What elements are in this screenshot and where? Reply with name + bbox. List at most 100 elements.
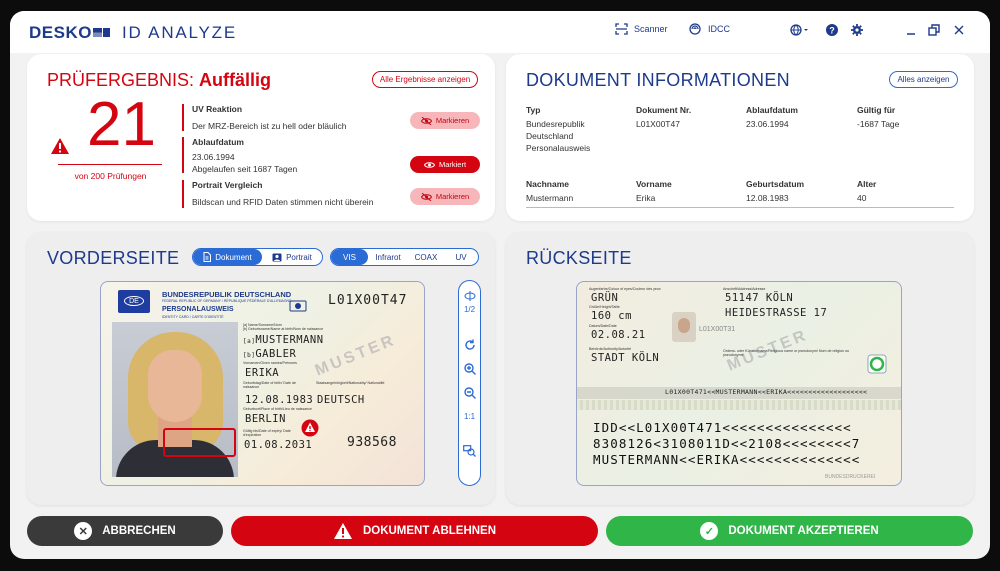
result-item-detail: Bildscan und RFID Daten stimmen nicht üb… bbox=[192, 197, 374, 207]
field-label-eyes: Augenfarbe/Colour of eyes/Couleur des ye… bbox=[589, 287, 661, 291]
light-mode-toggle: VIS Infrarot COAX UV bbox=[330, 248, 479, 266]
back-side-title: RÜCKSEITE bbox=[526, 248, 632, 268]
id-card-back-image[interactable]: Augenfarbe/Colour of eyes/Couleur des ye… bbox=[576, 281, 902, 486]
reject-document-button[interactable]: DOKUMENT ABLEHNEN bbox=[231, 516, 598, 546]
zoom-in-icon bbox=[463, 363, 476, 375]
mrz-line-3: MUSTERMANN<<ERIKA<<<<<<<<<<<<<< bbox=[593, 452, 861, 467]
restore-button[interactable] bbox=[928, 24, 940, 39]
mrz-top-line: L01X00T471<<MUSTERMANN<<ERIKA<<<<<<<<<<<… bbox=[665, 388, 868, 396]
field-label-address: Anschrift/Address/Adresse bbox=[723, 287, 766, 291]
field-label-nationality: Staatsangehörigkeit/Nationality/ Nationa… bbox=[316, 381, 385, 385]
tab-vis[interactable]: VIS bbox=[331, 249, 368, 265]
tab-document-label: Dokument bbox=[215, 252, 252, 262]
mark-expiry-label: Markiert bbox=[438, 160, 467, 169]
top-bar: DESKO ID ANALYZE Scanner IDCC ? bbox=[10, 11, 990, 53]
info-value: Mustermann bbox=[526, 193, 574, 203]
result-item-expiry: Ablaufdatum 23.06.1994 Abgelaufen seit 16… bbox=[182, 137, 297, 175]
security-pattern bbox=[577, 400, 901, 410]
compare-button[interactable] bbox=[459, 445, 480, 460]
scanner-label: Scanner bbox=[634, 24, 668, 34]
zoom-reset-button[interactable]: 1:1 bbox=[459, 411, 480, 423]
cancel-button[interactable]: ✕ ABBRECHEN bbox=[27, 516, 223, 546]
tab-document[interactable]: Dokument bbox=[193, 249, 262, 265]
card-address-street: HEIDESTRASSE 17 bbox=[725, 307, 828, 319]
scanner-icon bbox=[615, 23, 628, 35]
count-divider bbox=[58, 164, 162, 165]
tab-infrared[interactable]: Infrarot bbox=[368, 249, 408, 265]
info-type: Typ Bundesrepublik Deutschland Personalau… bbox=[526, 104, 621, 154]
expiry-date-text: 23.06.1994 bbox=[192, 152, 235, 162]
info-label: Vorname bbox=[636, 179, 672, 189]
tab-uv[interactable]: UV bbox=[444, 249, 478, 265]
idcc-label: IDCC bbox=[708, 24, 730, 34]
help-icon: ? bbox=[826, 24, 838, 36]
image-toolbar: 1/2 1:1 bbox=[458, 280, 481, 486]
zoom-in-button[interactable] bbox=[459, 363, 480, 378]
card-header-doctype: PERSONALAUSWEIS bbox=[162, 306, 234, 313]
page-flip-icon bbox=[464, 291, 475, 301]
show-all-info-button[interactable]: Alles anzeigen bbox=[889, 71, 958, 88]
document-info-title: DOKUMENT INFORMATIONEN bbox=[526, 70, 790, 90]
card-expiry: 01.08.2031 bbox=[244, 439, 313, 451]
info-label: Gültig für bbox=[857, 105, 896, 115]
idcc-icon bbox=[689, 23, 701, 35]
field-label-expiry: Gültig bis/Date of expiry/ Date d'expira… bbox=[243, 429, 291, 437]
compare-icon bbox=[463, 445, 476, 457]
page-flip-button[interactable] bbox=[459, 291, 480, 304]
result-item-title: UV Reaktion bbox=[192, 104, 243, 114]
mark-uv-label: Markieren bbox=[435, 116, 470, 125]
eye-icon bbox=[423, 161, 435, 168]
tab-coax[interactable]: COAX bbox=[408, 249, 444, 265]
card-address-city: 51147 KÖLN bbox=[725, 292, 794, 304]
info-label: Typ bbox=[526, 105, 541, 115]
chip-icon bbox=[289, 300, 307, 312]
card-birthname: GABLER bbox=[255, 348, 297, 360]
info-value: 12.08.1983 bbox=[746, 193, 789, 203]
help-button[interactable]: ? bbox=[826, 24, 838, 39]
surname-prefix: [a] bbox=[243, 338, 256, 345]
result-item-title: Ablaufdatum bbox=[192, 137, 244, 147]
zoom-out-button[interactable] bbox=[459, 387, 480, 402]
card-doc-number: L01X00T47 bbox=[328, 293, 408, 308]
accept-document-button[interactable]: ✓ DOKUMENT AKZEPTIEREN bbox=[606, 516, 973, 546]
tab-portrait-label: Portrait bbox=[286, 252, 312, 262]
mark-uv-button[interactable]: Markieren bbox=[410, 112, 480, 129]
front-side-card: VORDERSEITE Dokument Portrait VIS Infrar… bbox=[27, 232, 495, 505]
settings-button[interactable] bbox=[851, 24, 863, 39]
mark-portrait-label: Markieren bbox=[435, 192, 470, 201]
tab-portrait[interactable]: Portrait bbox=[262, 249, 322, 265]
hologram-icon bbox=[867, 354, 887, 374]
expiry-warning-icon[interactable] bbox=[301, 419, 319, 437]
result-item-detail: 23.06.1994 Abgelaufen seit 1687 Tagen bbox=[192, 151, 297, 175]
desko-logo: DESKO bbox=[29, 23, 110, 43]
info-label: Geburtsdatum bbox=[746, 179, 805, 189]
info-value: Bundesrepublik Deutschland Personalauswe… bbox=[526, 119, 591, 153]
mark-expiry-button[interactable]: Markiert bbox=[410, 156, 480, 173]
id-card-front-image[interactable]: DE BUNDESREPUBLIK DEUTSCHLAND FEDERAL RE… bbox=[100, 281, 425, 486]
idcc-button[interactable]: IDCC bbox=[689, 23, 730, 35]
cancel-icon: ✕ bbox=[74, 522, 93, 540]
field-label-height: Größe/Height/Taille bbox=[589, 305, 620, 309]
language-selector[interactable] bbox=[790, 24, 810, 39]
show-all-results-button[interactable]: Alle Ergebnisse anzeigen bbox=[372, 71, 478, 88]
app-name: ID ANALYZE bbox=[122, 23, 237, 42]
ghost-portrait bbox=[672, 312, 696, 342]
mark-portrait-button[interactable]: Markieren bbox=[410, 188, 480, 205]
close-window-button[interactable] bbox=[954, 24, 964, 39]
card-issue-date: 02.08.21 bbox=[591, 329, 646, 341]
scanner-button[interactable]: Scanner bbox=[615, 23, 668, 35]
card-height: 160 cm bbox=[591, 310, 632, 322]
restore-icon bbox=[928, 24, 940, 36]
warning-icon bbox=[333, 523, 352, 539]
result-item-uv: UV Reaktion Der MRZ-Bereich ist zu hell … bbox=[182, 104, 346, 131]
eu-flag-icon: DE bbox=[118, 290, 150, 313]
front-side-title: VORDERSEITE bbox=[47, 248, 180, 268]
close-icon bbox=[954, 25, 964, 35]
info-label: Dokument Nr. bbox=[636, 105, 692, 115]
expiry-highlight-box[interactable] bbox=[163, 428, 236, 457]
info-label: Nachname bbox=[526, 179, 569, 189]
settings-icon bbox=[851, 24, 863, 36]
minimize-button[interactable] bbox=[906, 24, 916, 39]
printer-imprint: BUNDESDRUCKEREI bbox=[825, 474, 876, 480]
rotate-button[interactable] bbox=[459, 339, 480, 354]
